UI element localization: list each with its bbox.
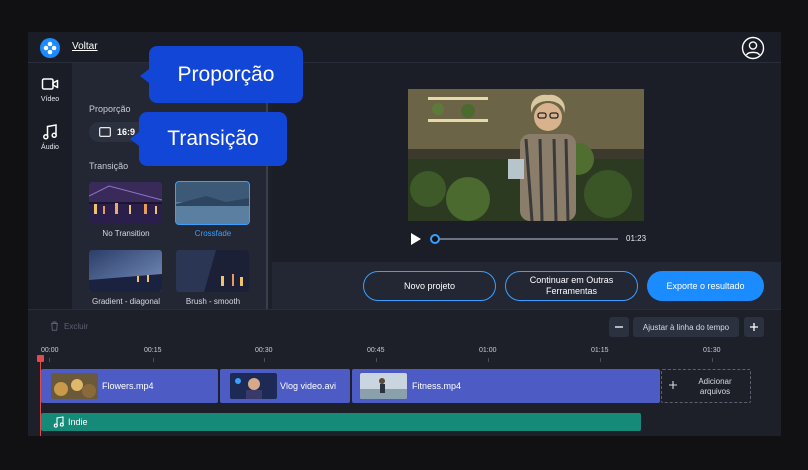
ruler-tick-label: 01:15 <box>591 347 609 354</box>
clip-name: Flowers.mp4 <box>102 381 154 391</box>
transition-label: Gradient - diagonal <box>91 297 161 306</box>
delete-button[interactable]: Excluir <box>50 321 88 331</box>
nav-item-audio[interactable]: Áudio <box>28 123 72 151</box>
video-clip[interactable]: Flowers.mp4 <box>41 369 218 403</box>
audio-track-name: Indie <box>68 417 88 427</box>
transition-thumb-brush-smooth[interactable] <box>176 250 249 292</box>
nav-item-label: Vídeo <box>40 96 60 103</box>
transition-section-label: Transição <box>89 161 129 171</box>
music-note-icon <box>53 416 64 428</box>
plus-icon <box>669 381 677 389</box>
clip-thumbnail <box>51 373 98 399</box>
brush-city-image <box>176 250 249 292</box>
video-camera-icon <box>41 78 59 90</box>
playhead[interactable] <box>40 357 41 436</box>
ruler-tick-label: 00:15 <box>144 347 162 354</box>
timeline-ruler[interactable]: 00:00 00:15 00:30 00:45 01:00 01:15 01:3… <box>28 343 781 363</box>
continue-other-tools-button[interactable]: Continuar em Outras Ferramentas <box>505 271 638 301</box>
delete-label: Excluir <box>64 321 89 331</box>
clip-name: Vlog video.avi <box>280 381 337 391</box>
clip-thumbnail <box>230 373 277 399</box>
diagonal-sky-image <box>89 250 162 292</box>
app-logo-icon[interactable] <box>40 38 60 58</box>
nav-item-video[interactable]: Vídeo <box>28 75 72 103</box>
ruler-tick-label: 00:00 <box>41 347 59 354</box>
minus-icon <box>615 326 623 328</box>
clip-name: Fitness.mp4 <box>412 381 462 391</box>
scrubber-handle[interactable] <box>430 234 440 244</box>
ratio-section-label: Proporção <box>89 104 131 114</box>
user-account-icon[interactable] <box>741 36 765 60</box>
ruler-tick-label: 01:00 <box>479 347 497 354</box>
callout-pointer <box>140 69 149 83</box>
ruler-tick <box>712 358 713 362</box>
back-link[interactable]: Voltar <box>72 41 98 52</box>
transition-thumb-gradient-diagonal[interactable] <box>89 250 162 292</box>
city-night-image <box>89 182 162 224</box>
ruler-tick-label: 01:30 <box>703 347 721 354</box>
ruler-tick <box>264 358 265 362</box>
video-preview: 01:23 <box>272 63 781 262</box>
action-bar: Novo projeto Continuar em Outras Ferrame… <box>272 262 781 309</box>
ruler-tick <box>49 358 50 362</box>
aspect-ratio-icon <box>99 127 111 137</box>
ruler-tick <box>600 358 601 362</box>
export-result-button[interactable]: Exporte o resultado <box>647 271 764 301</box>
video-frame[interactable] <box>408 89 644 221</box>
ratio-callout: Proporção <box>149 46 303 103</box>
music-note-icon <box>43 124 57 140</box>
lake-image <box>176 182 249 224</box>
audio-track[interactable]: Indie <box>41 413 641 431</box>
video-clip[interactable]: Fitness.mp4 <box>352 369 660 403</box>
clip-thumbnail <box>360 373 407 399</box>
new-project-button[interactable]: Novo projeto <box>363 271 496 301</box>
nav-item-label: Áudio <box>41 144 59 151</box>
add-files-button[interactable]: Adicionar arquivos <box>661 369 751 403</box>
left-nav: Vídeo Áudio <box>28 63 72 309</box>
app-window: Voltar Vídeo Áudio Proporção 16:9 Transi… <box>28 32 781 436</box>
add-files-label: Adicionar arquivos <box>698 377 732 396</box>
ruler-tick-label: 00:30 <box>255 347 273 354</box>
transition-label: No Transition <box>102 229 150 238</box>
transition-label: Brush - smooth <box>185 297 241 306</box>
ruler-tick <box>488 358 489 362</box>
zoom-in-button[interactable] <box>744 317 764 337</box>
ruler-tick-label: 00:45 <box>367 347 385 354</box>
fit-timeline-button[interactable]: Ajustar à linha do tempo <box>633 317 739 337</box>
zoom-out-button[interactable] <box>609 317 629 337</box>
transition-thumb-no-transition[interactable] <box>89 182 162 224</box>
top-bar: Voltar <box>28 32 781 63</box>
video-clip[interactable]: Vlog video.avi <box>220 369 350 403</box>
callout-pointer <box>130 132 139 146</box>
playback-scrubber[interactable] <box>435 238 618 240</box>
timeline-toolbar: Excluir Ajustar à linha do tempo <box>28 309 781 343</box>
trash-icon <box>51 321 58 331</box>
video-duration: 01:23 <box>626 234 647 243</box>
vlog-image <box>230 373 277 399</box>
ruler-tick <box>376 358 377 362</box>
transition-label: Crossfade <box>194 229 232 238</box>
video-still-image <box>408 89 644 221</box>
flowers-image <box>51 373 98 399</box>
transition-thumb-crossfade[interactable] <box>175 181 250 225</box>
transition-callout: Transição <box>139 112 287 166</box>
ruler-tick <box>153 358 154 362</box>
plus-icon <box>750 323 758 331</box>
fitness-image <box>360 373 407 399</box>
play-icon[interactable] <box>411 233 421 245</box>
